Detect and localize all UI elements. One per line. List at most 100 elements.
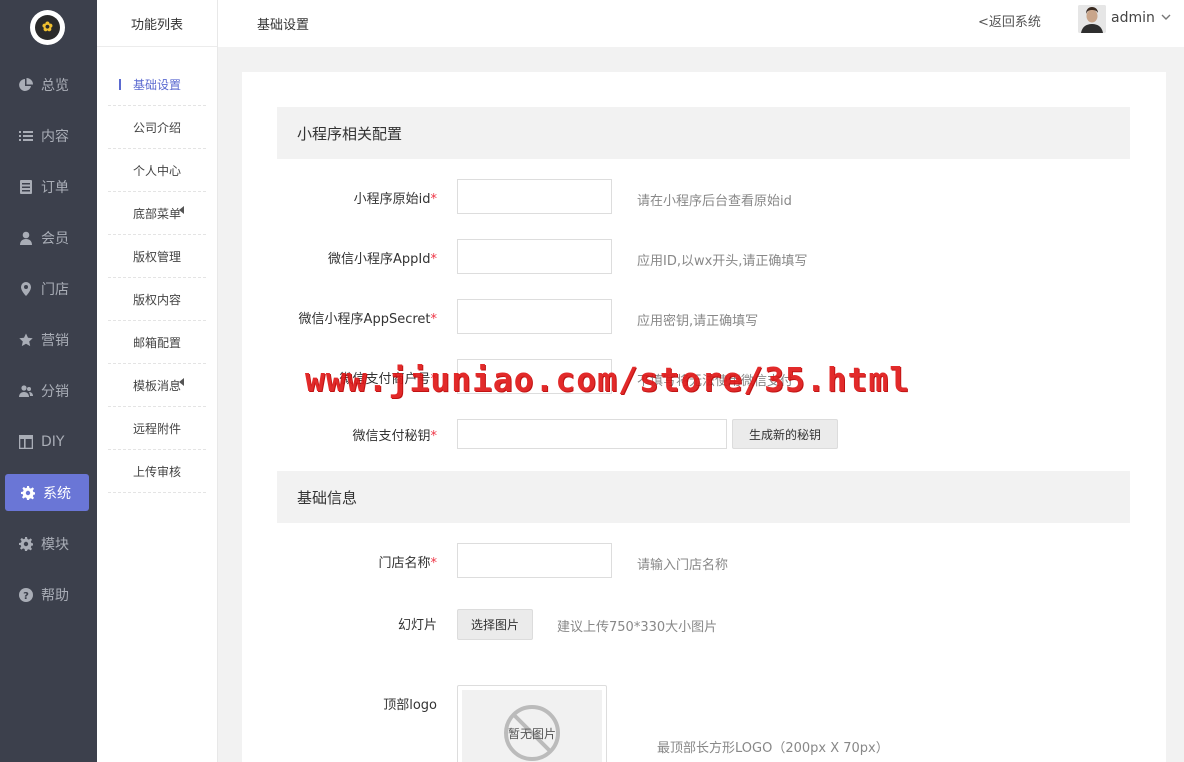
field-hint: 应用密钥,请正确填写 — [637, 314, 759, 329]
form-row-store-name: 门店名称* 请输入门店名称 — [242, 543, 1166, 579]
field-hint: 不填写将无法使用微信支付 — [637, 374, 794, 389]
appid-input[interactable] — [457, 239, 612, 274]
field-label: 微信小程序AppSecret* — [298, 312, 437, 327]
sub-item-label: 底部菜单 — [133, 206, 182, 221]
sub-item-label: 基础设置 — [133, 77, 182, 92]
field-label: 微信支付秘钥* — [352, 429, 437, 444]
field-hint: 应用ID,以wx开头,请正确填写 — [637, 254, 808, 269]
appsecret-input[interactable] — [457, 299, 612, 334]
help-icon: ? — [19, 587, 33, 602]
nav-item-help[interactable]: ? 帮助 — [0, 569, 97, 620]
no-image-placeholder: 暂无图片 — [462, 690, 602, 762]
pay-key-input[interactable] — [457, 419, 727, 449]
nav-item-system[interactable]: 系统 — [5, 474, 89, 511]
sub-item-email-config[interactable]: 邮箱配置 — [108, 321, 206, 364]
field-label: 小程序原始id* — [353, 192, 437, 207]
generate-key-button[interactable]: 生成新的秘钥 — [732, 419, 838, 449]
nav-label: 总览 — [41, 77, 69, 94]
settings-form: 小程序相关配置 小程序原始id* 请在小程序后台查看原始id 微信小程序AppI… — [242, 72, 1166, 762]
field-label: 幻灯片 — [397, 618, 437, 633]
sub-item-basic-settings[interactable]: 基础设置 — [108, 63, 206, 106]
sub-item-label: 模板消息 — [133, 378, 182, 393]
nav-item-distribution[interactable]: 分销 — [0, 365, 97, 416]
section-basic-info-header: 基础信息 — [277, 471, 1130, 523]
original-id-input[interactable] — [457, 179, 612, 214]
username[interactable]: admin — [1111, 10, 1155, 26]
sub-item-remote-attachment[interactable]: 远程附件 — [108, 407, 206, 450]
logo-image-preview[interactable]: 暂无图片 — [457, 685, 607, 762]
caret-left-icon — [179, 206, 184, 214]
nav-item-marketing[interactable]: 营销 — [0, 314, 97, 365]
nav-label: 帮助 — [41, 587, 69, 604]
user-icon — [19, 231, 33, 245]
nav-label: 会员 — [41, 230, 69, 247]
nav-label: 门店 — [41, 281, 69, 298]
sub-item-template-message[interactable]: 模板消息 — [108, 364, 206, 407]
breadcrumb: 基础设置 — [257, 18, 310, 33]
sub-item-upload-review[interactable]: 上传审核 — [108, 450, 206, 493]
nav-label: 内容 — [41, 128, 69, 145]
users-icon — [19, 384, 33, 398]
nav-label: 系统 — [43, 485, 71, 502]
sub-item-personal-center[interactable]: 个人中心 — [108, 149, 206, 192]
form-row-merchant-id: 微信支付商户号* 不填写将无法使用微信支付 — [242, 359, 1166, 395]
sub-item-label: 个人中心 — [133, 163, 182, 178]
nav-label: 订单 — [41, 179, 69, 196]
function-list-panel: 功能列表 基础设置 公司介绍 个人中心 底部菜单 版权管理 版权内容 邮箱配置 … — [97, 0, 218, 762]
field-hint: 请输入门店名称 — [637, 558, 729, 573]
main-sidebar: ✿ 总览 内容 订单 会员 门店 营销 分销 DIY 系统 模块 ? 帮助 — [0, 0, 97, 762]
sub-item-label: 上传审核 — [133, 464, 182, 479]
gear-icon — [19, 536, 33, 551]
field-hint: 建议上传750*330大小图片 — [557, 620, 718, 635]
app-logo[interactable]: ✿ — [30, 10, 65, 45]
nav-item-members[interactable]: 会员 — [0, 212, 97, 263]
function-list: 基础设置 公司介绍 个人中心 底部菜单 版权管理 版权内容 邮箱配置 模板消息 … — [97, 47, 217, 493]
back-to-system-link[interactable]: <返回系统 — [978, 11, 1041, 30]
form-row-pay-key: 微信支付秘钥* 生成新的秘钥 — [242, 416, 1166, 452]
merchant-id-input[interactable] — [457, 359, 612, 394]
nav-label: 分销 — [41, 383, 69, 400]
field-label: 微信小程序AppId* — [328, 252, 437, 267]
caret-left-icon — [179, 378, 184, 386]
top-bar: 基础设置 <返回系统 admin — [218, 0, 1184, 47]
nav-item-diy[interactable]: DIY — [0, 416, 97, 467]
form-row-slideshow: 幻灯片 选择图片 建议上传750*330大小图片 — [242, 608, 1166, 644]
pie-chart-icon — [19, 77, 33, 92]
nav-label: 营销 — [41, 332, 69, 349]
select-image-button[interactable]: 选择图片 — [457, 609, 533, 640]
sub-item-label: 公司介绍 — [133, 120, 182, 135]
sub-item-copyright-content[interactable]: 版权内容 — [108, 278, 206, 321]
main-nav: 总览 内容 订单 会员 门店 营销 分销 DIY 系统 模块 ? 帮助 — [0, 59, 97, 620]
field-label: 门店名称* — [378, 556, 437, 571]
nav-item-modules[interactable]: 模块 — [0, 518, 97, 569]
form-row-appid: 微信小程序AppId* 应用ID,以wx开头,请正确填写 — [242, 239, 1166, 275]
nav-label: 模块 — [41, 536, 69, 553]
svg-text:?: ? — [23, 591, 29, 602]
function-list-title: 功能列表 — [97, 0, 217, 47]
field-hint: 请在小程序后台查看原始id — [637, 194, 792, 209]
nav-label: DIY — [41, 433, 65, 450]
nav-item-stores[interactable]: 门店 — [0, 263, 97, 314]
chevron-down-icon[interactable] — [1161, 12, 1171, 22]
sub-item-label: 版权内容 — [133, 292, 182, 307]
sub-item-copyright-manage[interactable]: 版权管理 — [108, 235, 206, 278]
star-icon — [19, 333, 33, 347]
section-miniprogram-header: 小程序相关配置 — [277, 107, 1130, 159]
layout-icon — [19, 434, 33, 449]
list-icon — [19, 129, 33, 143]
store-name-input[interactable] — [457, 543, 612, 578]
form-row-original-id: 小程序原始id* 请在小程序后台查看原始id — [242, 179, 1166, 215]
sub-item-bottom-menu[interactable]: 底部菜单 — [108, 192, 206, 235]
nav-item-system-wrap: 系统 — [0, 467, 97, 518]
field-label: 顶部logo — [383, 698, 437, 713]
nav-item-orders[interactable]: 订单 — [0, 161, 97, 212]
nav-item-content[interactable]: 内容 — [0, 110, 97, 161]
sub-item-label: 远程附件 — [133, 421, 182, 436]
no-image-text: 暂无图片 — [507, 726, 556, 741]
form-row-top-logo: 顶部logo 最顶部长方形LOGO（200px X 70px） — [242, 692, 1166, 756]
sub-item-label: 版权管理 — [133, 249, 182, 264]
sub-item-company-intro[interactable]: 公司介绍 — [108, 106, 206, 149]
nav-item-overview[interactable]: 总览 — [0, 59, 97, 110]
sub-item-label: 邮箱配置 — [133, 335, 182, 350]
avatar[interactable] — [1078, 5, 1106, 33]
